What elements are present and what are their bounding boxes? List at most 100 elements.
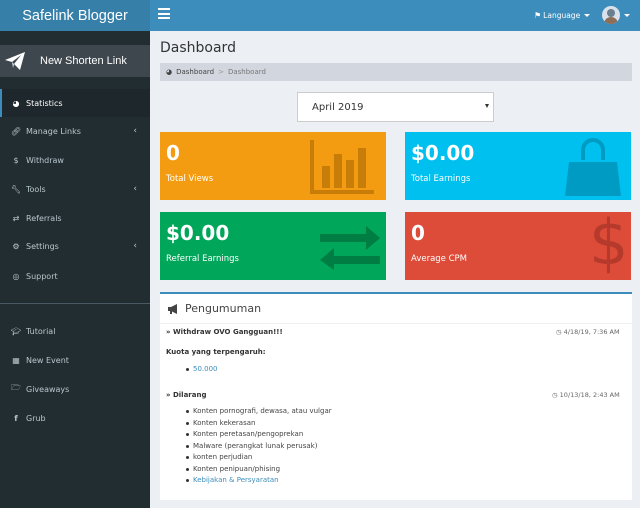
announcement-list: Konten pornografi, dewasa, atau vulgar K…: [186, 407, 332, 488]
new-shorten-link-button[interactable]: New Shorten Link: [0, 45, 150, 77]
sidebar-divider: [0, 303, 150, 304]
sidebar-item-grub[interactable]: f Grub: [0, 404, 150, 432]
stat-value: 0: [411, 221, 425, 245]
list-item: konten perjudian: [186, 453, 332, 465]
sidebar-item-label: Grub: [26, 413, 46, 423]
terms-link[interactable]: Kebijakan & Persyaratan: [186, 476, 332, 488]
bar-chart-icon: [310, 140, 374, 194]
stat-label: Total Earnings: [411, 174, 471, 184]
sidebar-item-giveaways[interactable]: 🗁︎ Giveaways: [0, 375, 150, 403]
sidebar-item-referrals[interactable]: ⇄ Referrals: [0, 204, 150, 232]
sidebar-item-tutorial[interactable]: 🎓︎ Tutorial: [0, 317, 150, 345]
panel-header: Pengumuman: [168, 302, 261, 315]
shopping-bag-icon: [565, 138, 621, 196]
page-title: Dashboard: [160, 40, 236, 56]
sidebar-item-settings[interactable]: ⚙ Settings ‹: [0, 232, 150, 260]
sidebar-item-label: Referrals: [26, 213, 62, 223]
sidebar-item-label: Withdraw: [26, 155, 64, 165]
brand-logo[interactable]: Safelink Blogger: [0, 0, 150, 31]
month-select-value: April 2019: [312, 101, 364, 113]
chevron-left-icon: ‹: [133, 241, 137, 251]
chevron-left-icon: ‹: [133, 184, 137, 194]
bullhorn-icon: [168, 303, 177, 314]
sidebar: New Shorten Link ◕ Statistics 🔗︎ Manage …: [0, 31, 150, 508]
time-text: 4/18/19, 7:36 AM: [563, 328, 620, 336]
user-menu[interactable]: [602, 6, 630, 24]
caret-down-icon: [584, 14, 591, 17]
sidebar-item-label: Support: [26, 271, 58, 281]
dollar-icon: $: [589, 212, 629, 279]
flag-icon: ⚑: [534, 11, 542, 20]
sidebar-item-label: Manage Links: [26, 126, 81, 136]
exchange-arrows-icon: [320, 226, 380, 270]
link-icon: 🔗︎: [10, 126, 22, 136]
caret-down-icon: [624, 13, 630, 17]
sidebar-toggle-icon[interactable]: [158, 8, 170, 22]
language-dropdown[interactable]: ⚑ Language: [534, 0, 591, 31]
graduation-cap-icon: 🎓︎: [10, 326, 22, 336]
chevron-left-icon: ‹: [133, 126, 137, 136]
top-navbar: ⚑ Language: [150, 0, 640, 31]
list-item: Konten peretasan/pengoprekan: [186, 430, 332, 442]
exchange-icon: ⇄: [12, 213, 20, 223]
sidebar-item-label: New Event: [26, 355, 69, 365]
dollar-icon: $: [13, 155, 19, 165]
list-item: Konten penipuan/phising: [186, 465, 332, 477]
language-label: Language: [543, 11, 581, 20]
dropdown-arrow-icon: [485, 104, 489, 108]
clock-icon: ◷: [552, 391, 558, 399]
month-select[interactable]: April 2019: [297, 92, 494, 122]
life-ring-icon: ◎: [12, 271, 20, 281]
stat-box-average-cpm: $ 0 Average CPM: [405, 212, 631, 280]
time-text: 10/13/18, 2:43 AM: [559, 391, 620, 399]
list-item: Konten pornografi, dewasa, atau vulgar: [186, 407, 332, 419]
announcement-time: ◷ 10/13/18, 2:43 AM: [552, 391, 620, 399]
shorten-label: New Shorten Link: [40, 55, 127, 67]
stat-box-total-views: 0 Total Views: [160, 132, 386, 200]
breadcrumb-link[interactable]: Dashboard: [176, 68, 214, 76]
clock-icon: ◷: [556, 328, 562, 336]
avatar: [602, 6, 620, 24]
breadcrumb-current: Dashboard: [227, 68, 266, 76]
announcement-list: 50.000: [186, 365, 218, 377]
gears-icon: ⚙: [12, 241, 20, 251]
breadcrumb-separator: >: [218, 68, 224, 76]
panel-divider: [160, 323, 632, 324]
sidebar-item-tools[interactable]: 🔧︎ Tools ‹: [0, 175, 150, 203]
sidebar-item-new-event[interactable]: ▦ New Event: [0, 346, 150, 374]
list-item: Konten kekerasan: [186, 419, 332, 431]
sidebar-item-label: Statistics: [26, 98, 63, 108]
sidebar-item-label: Settings: [26, 241, 59, 251]
sidebar-item-label: Tools: [26, 184, 46, 194]
announcement-title: » Dilarang: [166, 391, 207, 399]
calendar-icon: ▦: [12, 355, 20, 365]
announcements-panel: Pengumuman » Withdraw OVO Gangguan!!! ◷ …: [160, 292, 632, 500]
announcement-subtitle: Kuota yang terpengaruh:: [166, 348, 266, 356]
announcement-title: » Withdraw OVO Gangguan!!!: [166, 328, 283, 336]
stat-box-total-earnings: $0.00 Total Earnings: [405, 132, 631, 200]
list-item: Malware (perangkat lunak perusak): [186, 442, 332, 454]
breadcrumb: ◕ Dashboard > Dashboard: [160, 63, 632, 81]
stat-label: Total Views: [166, 174, 214, 184]
sidebar-item-label: Tutorial: [26, 326, 56, 336]
folder-open-icon: 🗁︎: [11, 383, 21, 392]
sidebar-item-manage-links[interactable]: 🔗︎ Manage Links ‹: [0, 117, 150, 145]
stat-value: $0.00: [166, 221, 230, 245]
stat-label: Average CPM: [411, 254, 468, 264]
sidebar-item-statistics[interactable]: ◕ Statistics: [0, 89, 150, 117]
stat-value: $0.00: [411, 141, 475, 165]
stat-value: 0: [166, 141, 180, 165]
sidebar-item-withdraw[interactable]: $ Withdraw: [0, 146, 150, 174]
facebook-icon: f: [14, 413, 18, 423]
list-item[interactable]: 50.000: [186, 365, 218, 377]
paper-plane-icon: [5, 52, 25, 70]
sidebar-item-label: Giveaways: [26, 384, 70, 394]
dashboard-icon: ◕: [12, 98, 20, 108]
dashboard-icon: ◕: [166, 68, 173, 76]
stat-label: Referral Earnings: [166, 254, 239, 264]
sidebar-item-support[interactable]: ◎ Support: [0, 262, 150, 290]
panel-title: Pengumuman: [185, 302, 262, 315]
stat-box-referral-earnings: $0.00 Referral Earnings: [160, 212, 386, 280]
wrench-icon: 🔧︎: [10, 184, 22, 194]
announcement-time: ◷ 4/18/19, 7:36 AM: [556, 328, 620, 336]
